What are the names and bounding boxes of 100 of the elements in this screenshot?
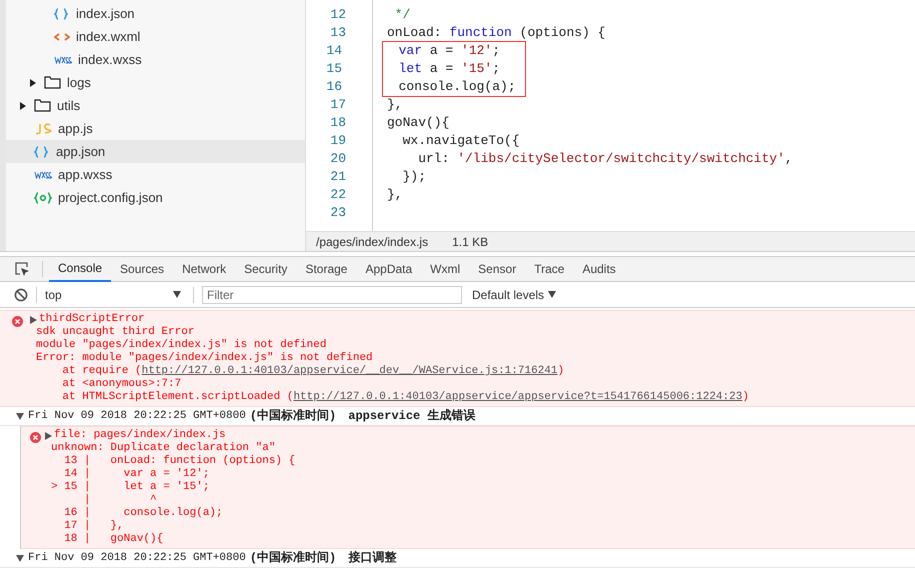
folder-icon	[34, 99, 51, 112]
code-token: wx.navigateTo({	[402, 133, 520, 148]
file-tree-item[interactable]: app.json	[6, 140, 305, 163]
line-number: 12	[329, 6, 346, 24]
console-text: > 15 | let a = '15';	[51, 481, 210, 493]
stylesheet-icon	[54, 56, 72, 64]
caret-right-icon[interactable]	[45, 432, 52, 440]
line-number: 13	[329, 24, 346, 42]
code-token: goNav(){	[387, 115, 450, 130]
dropdown-caret-icon	[173, 291, 181, 298]
stylesheet-icon	[34, 170, 52, 178]
braces-icon	[34, 146, 50, 158]
console-text: 17 | },	[63, 520, 124, 532]
code-token: url:	[417, 151, 450, 166]
file-name: index.wxml	[76, 28, 140, 46]
code-token: onLoad:	[387, 25, 443, 40]
line-number: 21	[329, 168, 346, 186]
code-token: (options) {	[518, 25, 606, 40]
file-tree-item[interactable]: app.wxss	[6, 163, 305, 186]
error-icon	[12, 316, 23, 327]
dropdown-caret-icon	[548, 291, 556, 298]
file-name: logs	[67, 74, 91, 92]
line-number: 23	[329, 204, 346, 222]
group-timezone: (中国标准时间)	[250, 550, 336, 567]
devtools-tab[interactable]: Sensor	[469, 256, 526, 282]
code-token: '/libs/citySelector/switchcity/switchcity'	[457, 151, 785, 166]
group-label: 接口调整	[348, 550, 396, 567]
console-text: 13 | onLoad: function (options) {	[63, 455, 296, 467]
caret-right-icon[interactable]	[30, 78, 36, 86]
line-number: 16	[325, 78, 342, 96]
caret-right-icon[interactable]	[30, 316, 37, 324]
clear-console-icon[interactable]	[14, 288, 28, 302]
file-tree-item[interactable]: utils	[6, 94, 305, 117]
code-token: */	[394, 7, 410, 22]
file-size: 1.1 KB	[452, 234, 488, 250]
error-icon	[30, 432, 41, 443]
file-tree-item[interactable]: index.json	[6, 2, 305, 25]
console-text: )	[558, 365, 564, 377]
code-token: '15'	[461, 61, 492, 76]
line-number: 15	[325, 60, 342, 78]
devtools-tab[interactable]: Trace	[525, 256, 574, 282]
config-file-icon	[34, 192, 52, 204]
inspect-icon[interactable]	[14, 261, 30, 277]
line-number: 18	[329, 114, 346, 132]
file-name: utils	[57, 96, 80, 115]
levels-dropdown[interactable]: Default levels	[472, 286, 556, 304]
caret-down-icon[interactable]	[16, 412, 24, 420]
devtools-tab[interactable]: Wxml	[421, 256, 470, 282]
console-text: at require (	[61, 365, 142, 377]
file-name: index.wxss	[78, 50, 142, 69]
console-text: sdk uncaught third Error	[36, 326, 194, 338]
devtools-tab[interactable]: Storage	[296, 256, 356, 282]
folder-icon	[44, 76, 61, 89]
console-text: 14 | var a = '12';	[63, 468, 210, 480]
source-link[interactable]: http://127.0.0.1:40103/appservice/__dev__/WAService.js:1:716241	[142, 365, 558, 377]
file-tree-item[interactable]: index.wxss	[6, 48, 305, 71]
group-timestamp: Fri Nov 09 2018 20:22:25 GMT+0800	[28, 550, 246, 566]
line-number: 19	[329, 132, 346, 150]
devtools-tab[interactable]: AppData	[356, 256, 422, 282]
file-tree-item[interactable]: index.wxml	[6, 25, 305, 48]
code-token: });	[402, 169, 426, 184]
group-timezone: (中国标准时间)	[250, 408, 336, 425]
file-name: index.json	[76, 4, 135, 23]
group-timestamp: Fri Nov 09 2018 20:22:25 GMT+0800	[28, 408, 246, 424]
context-select[interactable]: top	[45, 286, 185, 304]
code-token: ;	[492, 43, 500, 58]
code-token: },	[387, 187, 403, 202]
console-text: unknown: Duplicate declaration "a"	[51, 442, 276, 454]
line-number: 20	[329, 150, 346, 168]
code-token: '12'	[461, 43, 492, 58]
caret-down-icon[interactable]	[16, 554, 24, 562]
file-tree-item[interactable]: project.config.json	[6, 186, 305, 209]
devtools-tab[interactable]: Security	[235, 256, 296, 282]
console-text: 16 | console.log(a);	[63, 507, 223, 519]
code-token: function	[449, 25, 512, 40]
braces-icon	[54, 8, 70, 20]
file-tree-item[interactable]: app.js	[6, 117, 305, 140]
line-number: 14	[325, 42, 342, 60]
file-name: app.wxss	[58, 166, 112, 184]
code-token: var	[398, 43, 422, 58]
filter-field[interactable]: Filter	[202, 286, 462, 304]
line-number: 17	[329, 96, 346, 114]
group-label: appservice 生成错误	[348, 408, 476, 425]
line-number: 22	[329, 186, 346, 204]
file-name: app.json	[56, 142, 106, 161]
error-title: file: pages/index/index.js	[54, 429, 226, 442]
code-token: },	[387, 97, 403, 112]
devtools-tab[interactable]: Console	[49, 256, 112, 282]
caret-right-icon[interactable]	[20, 102, 26, 110]
code-token: let	[398, 61, 422, 76]
devtools-tab[interactable]: Network	[173, 256, 236, 282]
code-token: ;	[492, 61, 500, 76]
devtools-tab[interactable]: Audits	[573, 256, 625, 282]
code-token: a =	[428, 61, 454, 76]
file-path: /pages/index/index.js	[316, 234, 428, 250]
source-link[interactable]: http://127.0.0.1:40103/appservice/appservice?t=1541766145006:1224:23	[293, 391, 742, 403]
devtools-tab[interactable]: Sources	[111, 256, 174, 282]
console-text: 18 | goNav(){	[63, 533, 164, 545]
js-file-icon	[34, 122, 52, 134]
file-tree-item[interactable]: logs	[6, 71, 305, 94]
